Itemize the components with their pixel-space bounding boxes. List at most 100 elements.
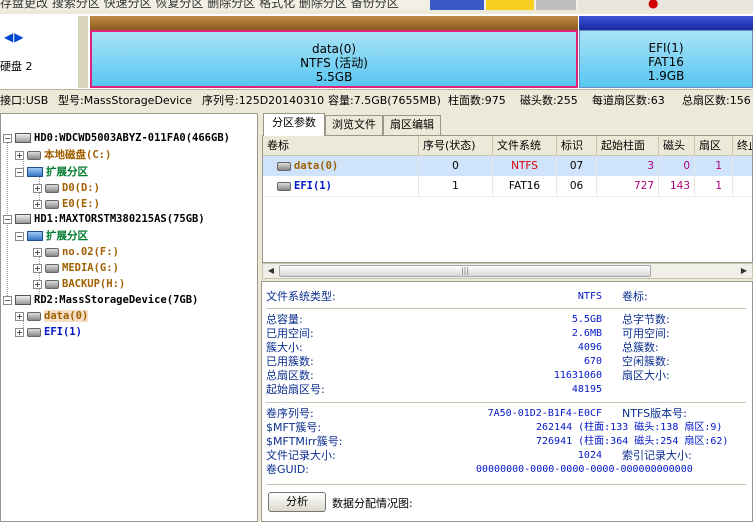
tree-extended-partition-hd0[interactable]: − 扩展分区	[15, 164, 88, 180]
partition-size: 1.9GB	[647, 69, 685, 83]
volume-serial-value: 7A50-01D2-B1F4-E0CF	[487, 408, 602, 419]
free-space-label: 可用空间:	[622, 327, 670, 340]
disk-nav[interactable]: ◀▶	[4, 30, 24, 44]
col-header-start-cyl[interactable]: 起始柱面	[597, 136, 659, 156]
disk-model: 型号:MassStorageDevice	[58, 94, 193, 107]
partition-name: EFI(1)	[648, 41, 684, 55]
table-row[interactable]: EFI(1) 1 FAT16 06 727 143 1	[263, 176, 752, 196]
tree-partition-efi[interactable]: + EFI(1)	[15, 324, 82, 340]
collapse-icon: −	[15, 167, 24, 177]
volume-icon	[45, 247, 59, 257]
tree-volume-h[interactable]: + BACKUP(H:)	[33, 276, 125, 292]
record-size-label: 文件记录大小:	[266, 449, 336, 462]
total-capacity-label: 总容量:	[266, 313, 303, 326]
extended-partition-icon	[27, 231, 43, 241]
tab-sector-edit[interactable]: 扇区编辑	[383, 115, 441, 135]
expand-icon: +	[33, 183, 42, 193]
disk-bar: ◀▶ 硬盘 2 data(0) NTFS (活动) 5.5GB EFI(1) F…	[0, 14, 753, 90]
right-panel: 分区参数 浏览文件 扇区编辑 卷标 序号(状态) 文件系统 标识 起始柱面 磁头…	[261, 113, 753, 522]
volume-icon	[277, 181, 291, 191]
hard-disk-icon	[15, 214, 31, 224]
fs-type-value: NTFS	[577, 291, 602, 302]
nav-next-icon[interactable]: ▶	[14, 30, 24, 44]
tree-disk-hd0[interactable]: − HD0:WDCWD5003ABYZ-011FA0(466GB)	[3, 130, 230, 146]
nav-prev-icon[interactable]: ◀	[4, 30, 14, 44]
mftmirr-cluster-value: 726941 (柱面:364 磁头:254 扇区:62)	[536, 436, 729, 447]
collapse-icon: −	[15, 231, 24, 241]
col-header-end[interactable]: 终止	[733, 136, 752, 156]
expand-icon: +	[33, 279, 42, 289]
used-clusters-value: 670	[583, 356, 602, 367]
unallocated-sliver[interactable]	[78, 16, 88, 88]
col-header-sector[interactable]: 扇区	[695, 136, 733, 156]
tree-volume-c[interactable]: + 本地磁盘(C:)	[15, 147, 111, 163]
analyze-button[interactable]: 分析	[268, 492, 326, 512]
disk-info-row: 接口:USB 型号:MassStorageDevice 序列号:125D2014…	[0, 92, 753, 110]
volume-icon	[45, 279, 59, 289]
used-space-label: 已用空间:	[266, 327, 314, 340]
disk-interface: 接口:USB	[0, 94, 49, 107]
table-row[interactable]: data(0) 0 NTFS 07 3 0 1	[263, 156, 752, 176]
disk-cylinders: 柱面数:975	[448, 94, 506, 107]
col-header-index[interactable]: 序号(状态)	[419, 136, 493, 156]
collapse-icon: −	[3, 133, 12, 143]
tree-volume-e[interactable]: + E0(E:)	[33, 196, 100, 212]
tree-partition-data[interactable]: + data(0)	[15, 308, 89, 324]
toolbar-menu-text[interactable]: 存盘更改 搜索分区 快速分区 恢复分区 删除分区 格式化 删除分区 备份分区	[0, 0, 399, 10]
horizontal-scrollbar[interactable]: ◀ ||| ▶	[262, 263, 753, 279]
disk-total-sectors: 总扇区数:156	[682, 94, 751, 107]
col-header-fs[interactable]: 文件系统	[493, 136, 557, 156]
volume-icon	[277, 161, 291, 171]
tree-volume-d[interactable]: + D0(D:)	[33, 180, 100, 196]
tree-volume-g[interactable]: + MEDIA(G:)	[33, 260, 119, 276]
table-empty-area	[263, 196, 752, 262]
disk-capacity: 容量:7.5GB(7655MB)	[328, 94, 441, 107]
col-header-head[interactable]: 磁头	[659, 136, 695, 156]
volume-serial-label: 卷序列号:	[266, 407, 314, 420]
volume-icon	[45, 199, 59, 209]
disk-label: 硬盘 2	[0, 60, 33, 73]
volume-guid-value: 00000000-0000-0000-0000-000000000000	[476, 464, 693, 475]
toolbar-icon-blue[interactable]	[430, 0, 484, 10]
collapse-icon: −	[3, 295, 12, 305]
extended-partition-icon	[27, 167, 43, 177]
volume-icon	[27, 327, 41, 337]
mft-cluster-value: 262144 (柱面:133 磁头:138 扇区:9)	[536, 422, 723, 433]
disk-tree: − HD0:WDCWD5003ABYZ-011FA0(466GB) + 本地磁盘(C…	[0, 113, 258, 522]
tree-disk-hd1[interactable]: − HD1:MAXTORSTM380215AS(75GB)	[3, 211, 205, 227]
disk-heads: 磁头数:255	[520, 94, 578, 107]
partition-block-efi[interactable]: EFI(1) FAT16 1.9GB	[579, 16, 753, 88]
free-clusters-label: 空闲簇数:	[622, 355, 670, 368]
volume-label-label: 卷标:	[622, 290, 648, 303]
expand-icon: +	[33, 247, 42, 257]
partition-block-data[interactable]: data(0) NTFS (活动) 5.5GB	[90, 16, 578, 88]
disk-serial: 序列号:125D20140310	[202, 94, 325, 107]
expand-icon: +	[15, 327, 24, 337]
partition-fs: NTFS (活动)	[300, 56, 368, 70]
used-clusters-label: 已用簇数:	[266, 355, 314, 368]
tab-partition-params[interactable]: 分区参数	[263, 113, 325, 136]
tree-volume-f[interactable]: + no.02(F:)	[33, 244, 119, 260]
expand-icon: +	[33, 199, 42, 209]
disk-sectors-per-track: 每道扇区数:63	[592, 94, 665, 107]
expand-icon: +	[15, 150, 24, 160]
tree-disk-rd2[interactable]: − RD2:MassStorageDevice(7GB)	[3, 292, 198, 308]
toolbar-icon-yellow[interactable]	[486, 0, 534, 10]
col-header-label[interactable]: 卷标	[263, 136, 419, 156]
scroll-right-icon: ▶	[740, 266, 748, 275]
tree-extended-partition-hd1[interactable]: − 扩展分区	[15, 228, 88, 244]
toolbar-icon-grey[interactable]	[536, 0, 576, 10]
scroll-thumb[interactable]: |||	[279, 265, 651, 277]
volume-icon	[27, 311, 41, 321]
total-clusters-label: 总簇数:	[622, 341, 659, 354]
start-sector-value: 48195	[571, 384, 602, 395]
mftmirr-cluster-label: $MFTMirr簇号:	[266, 435, 343, 448]
toolbar-icon-red[interactable]: ●	[578, 0, 753, 10]
fs-type-label: 文件系统类型:	[266, 290, 336, 303]
record-size-value: 1024	[577, 450, 602, 461]
col-header-id[interactable]: 标识	[557, 136, 597, 156]
total-capacity-value: 5.5GB	[571, 314, 602, 325]
partition-name: data(0)	[311, 42, 357, 56]
ntfs-version-label: NTFS版本号:	[622, 407, 687, 420]
tab-browse-files[interactable]: 浏览文件	[325, 115, 383, 135]
